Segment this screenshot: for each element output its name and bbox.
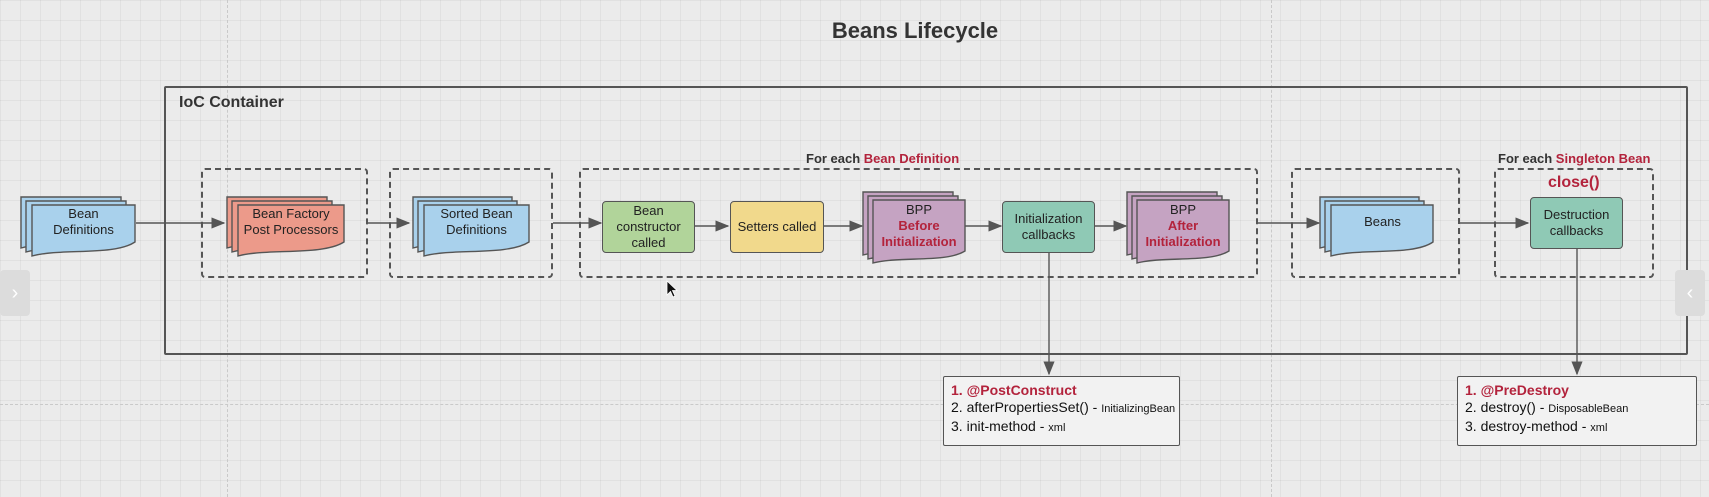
mouse-pointer-icon [666, 280, 679, 298]
bean-constructor-box: Bean constructor called [602, 201, 695, 253]
bpp-after-label: BPP After Initialization [1145, 202, 1221, 249]
chevron-left-icon[interactable]: ‹ [1675, 270, 1705, 316]
list-item: 1. @PreDestroy [1465, 382, 1569, 398]
list-item: 2. afterPropertiesSet() - InitializingBe… [951, 399, 1176, 415]
init-methods-note: 1. @PostConstruct 2. afterPropertiesSet(… [943, 376, 1180, 446]
bpp-before-label: BPP Before Initialization [881, 202, 957, 249]
list-item: 3. destroy-method - xml [1465, 418, 1608, 434]
bfpp-label: Bean Factory Post Processors [243, 206, 339, 237]
list-item: 2. destroy() - DisposableBean [1465, 399, 1629, 415]
bean-definitions-label: Bean Definitions [53, 206, 114, 237]
init-callbacks-box: Initialization callbacks [1002, 201, 1095, 253]
beans-label: Beans [1364, 214, 1401, 229]
sorted-bean-definitions-label: Sorted Bean Definitions [440, 206, 513, 237]
list-item: 3. init-method - xml [951, 418, 1066, 434]
destruction-callbacks-box: Destruction callbacks [1530, 197, 1623, 249]
chevron-right-icon[interactable]: › [0, 270, 30, 316]
setters-called-box: Setters called [730, 201, 824, 253]
destroy-methods-note: 1. @PreDestroy 2. destroy() - Disposable… [1457, 376, 1697, 446]
list-item: 1. @PostConstruct [951, 382, 1077, 398]
close-method-label: close() [1548, 174, 1600, 191]
